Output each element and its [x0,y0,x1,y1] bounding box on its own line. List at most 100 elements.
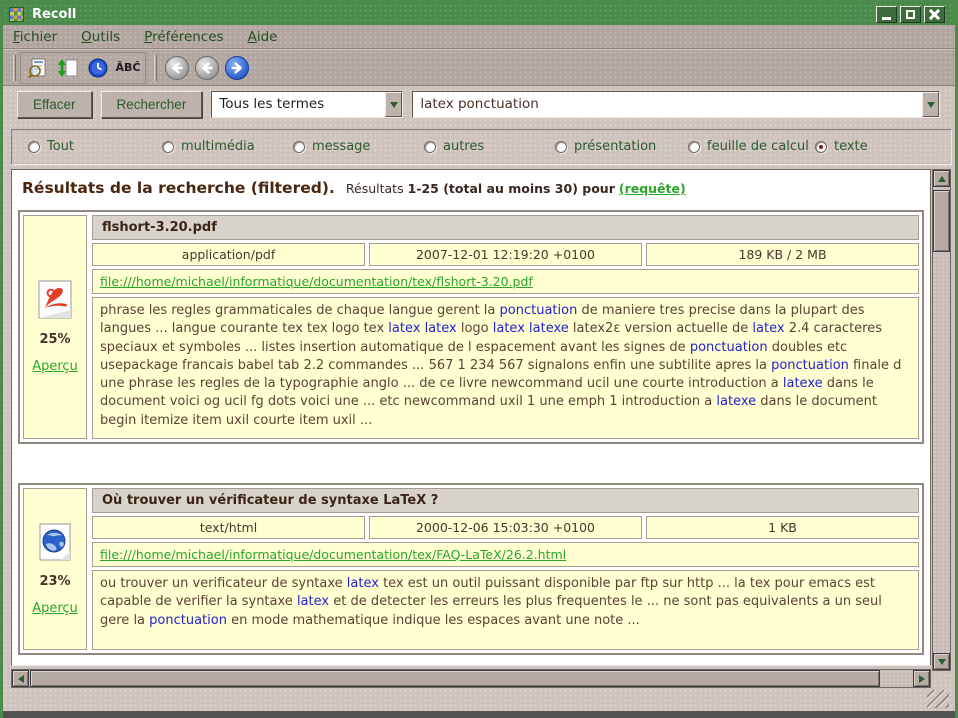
page-next-icon [229,60,245,76]
dropdown-arrow-icon [927,102,935,108]
result-url-link[interactable]: file:///home/michael/informatique/docume… [100,547,566,562]
preview-link[interactable]: Aperçu [32,601,78,616]
result-url-row: file:///home/michael/informatique/docume… [92,542,919,567]
result-mime: text/html [92,516,365,539]
scroll-left-icon [18,675,24,683]
radio-icon[interactable] [688,141,700,153]
scroll-up-button[interactable] [933,170,950,187]
menu-preferences[interactable]: Préférences [144,29,223,45]
result-meta-row: text/html 2000-12-06 15:03:30 +0100 1 KB [92,516,919,539]
radio-icon[interactable] [555,141,567,153]
titlebar[interactable]: Recoll [3,3,955,25]
filter-texte[interactable]: texte [815,139,868,154]
html-file-icon [37,522,73,562]
result-item-1: 25% Aperçu flshort-3.20.pdf application/… [18,210,924,444]
page-previous-button[interactable] [195,56,219,80]
radio-icon[interactable] [162,141,174,153]
results-header: Résultats de la recherche (filtered). Ré… [16,175,926,197]
sort-document-button[interactable] [55,55,81,81]
recoll-window: Recoll Fichier Outils Préférences Aide [0,0,958,718]
radio-icon[interactable] [424,141,436,153]
result-date: 2007-12-01 12:19:20 +0100 [369,243,642,266]
result-meta-row: application/pdf 2007-12-01 12:19:20 +010… [92,243,919,266]
match-type-arrow-button[interactable] [385,92,402,117]
scroll-right-icon [919,675,925,683]
search-button[interactable]: Rechercher [101,91,203,118]
radio-icon[interactable] [293,141,305,153]
result-side: 25% Aperçu [23,215,87,439]
filter-tout[interactable]: Tout [28,139,74,154]
page-first-button[interactable] [165,56,189,80]
preview-link[interactable]: Aperçu [32,359,78,374]
scroll-down-button[interactable] [933,653,950,670]
toolbar-group-nav [165,56,249,80]
pdf-file-icon [37,280,73,320]
result-title[interactable]: flshort-3.20.pdf [92,215,919,240]
result-url-link[interactable]: file:///home/michael/informatique/docume… [100,274,533,289]
result-side: 23% Aperçu [23,488,87,650]
result-snippet: phrase les regles grammaticales de chaqu… [92,297,919,439]
toolbar-separator [154,55,157,81]
query-details-link[interactable]: (requête) [619,181,686,196]
query-value: latex ponctuation [413,92,922,117]
window-resize-grip[interactable] [927,690,949,708]
match-type-value: Tous les termes [212,92,385,117]
result-size: 189 KB / 2 MB [646,243,919,266]
vertical-scroll-thumb[interactable] [933,190,950,252]
maximize-button[interactable] [900,6,921,23]
term-explorer-button[interactable]: ÂBĈ [115,55,141,81]
page-previous-icon [199,60,215,76]
toolbar-handle[interactable] [13,55,16,81]
minimize-icon [882,17,891,20]
query-history-arrow-button[interactable] [922,92,939,117]
horizontal-scrollbar[interactable] [11,669,931,688]
menubar: Fichier Outils Préférences Aide [3,25,955,49]
results-count: Résultats 1-25 (total au moins 30) pour … [346,181,686,196]
horizontal-scroll-thumb[interactable] [30,670,880,687]
filter-autres[interactable]: autres [424,139,484,154]
result-size: 1 KB [646,516,919,539]
result-url-row: file:///home/michael/informatique/docume… [92,269,919,294]
query-input[interactable]: latex ponctuation [412,91,940,118]
vertical-scrollbar[interactable] [932,169,951,671]
relevance-percent: 25% [39,332,70,347]
toolbar: ÂBĈ [3,50,955,86]
search-bar: Effacer Rechercher Tous les termes latex… [17,91,940,119]
result-date: 2000-12-06 15:03:30 +0100 [369,516,642,539]
sort-document-icon [57,57,79,79]
filter-message[interactable]: message [293,139,370,154]
page-first-icon [169,60,185,76]
recoll-app-icon [9,7,24,22]
radio-icon[interactable] [815,141,827,153]
result-main: Où trouver un vérificateur de syntaxe La… [92,488,919,650]
document-preview-button[interactable] [25,55,51,81]
maximize-icon [906,10,915,19]
window-bottom-edge [0,711,958,718]
minimize-button[interactable] [876,6,897,23]
result-title[interactable]: Où trouver un vérificateur de syntaxe La… [92,488,919,513]
radio-icon[interactable] [28,141,40,153]
clear-button[interactable]: Effacer [17,91,92,118]
sort-by-date-icon [87,57,109,79]
filter-feuille-de-calcul[interactable]: feuille de calcul [688,139,809,154]
result-item-2: 23% Aperçu Où trouver un vérificateur de… [18,483,924,655]
menu-aide[interactable]: Aide [248,29,278,45]
close-button[interactable] [924,6,945,23]
sort-by-date-button[interactable] [85,55,111,81]
filter-multimedia[interactable]: multimédia [162,139,255,154]
menu-outils[interactable]: Outils [81,29,120,45]
match-type-select[interactable]: Tous les termes [211,91,403,118]
scroll-down-icon [938,659,946,665]
window-title: Recoll [32,7,876,22]
page-next-button[interactable] [225,56,249,80]
scroll-up-icon [938,176,946,182]
category-filter-group: Tout multimédia message autres présentat… [11,129,952,165]
scroll-left-button[interactable] [12,670,29,687]
scroll-right-button[interactable] [913,670,930,687]
menu-fichier[interactable]: Fichier [13,29,57,45]
close-icon [929,9,940,20]
result-mime: application/pdf [92,243,365,266]
results-list: Résultats de la recherche (filtered). Ré… [11,169,931,666]
filter-presentation[interactable]: présentation [555,139,656,154]
toolbar-group-tools: ÂBĈ [20,52,146,84]
